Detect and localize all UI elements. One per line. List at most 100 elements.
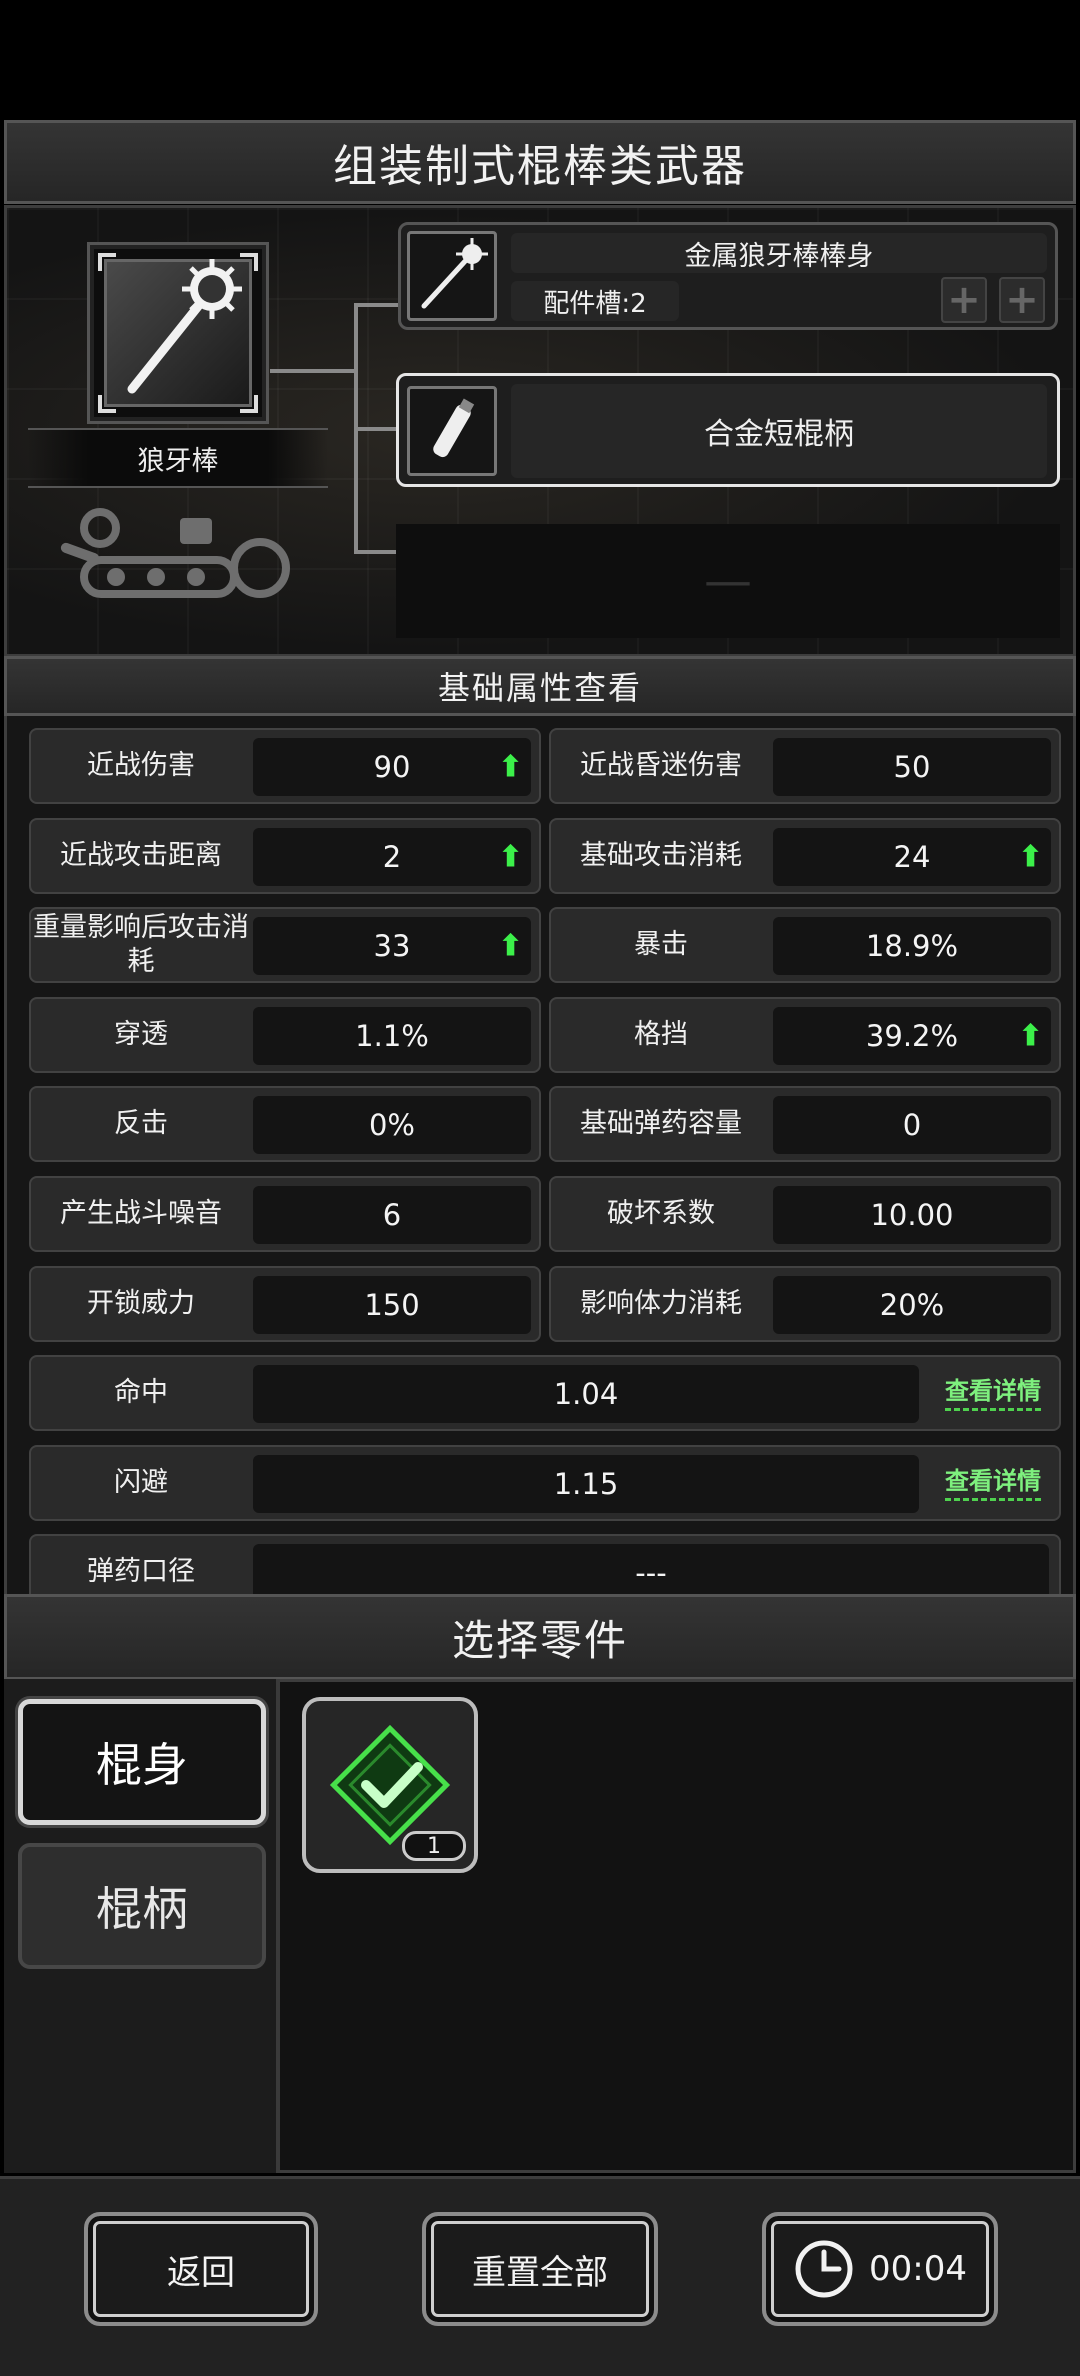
stat-label: 命中 xyxy=(114,1377,168,1409)
stat-cell: 暴击 18.9% xyxy=(549,907,1061,984)
part-slot-handle[interactable]: 合金短棍柄 xyxy=(396,373,1060,487)
part-slot-body[interactable]: 金属狼牙棒棒身 配件槽:2 + + xyxy=(398,222,1058,330)
increase-arrow-icon: ⬆ xyxy=(1017,839,1043,875)
stat-value: 1.04 xyxy=(253,1365,919,1424)
back-button[interactable]: 返回 xyxy=(84,2212,318,2326)
stat-label: 穿透 xyxy=(114,1018,168,1050)
stat-value-text: 90 xyxy=(373,750,411,784)
stat-cell: 近战伤害 90 ⬆ xyxy=(29,728,541,804)
stat-label: 产生战斗噪音 xyxy=(60,1198,222,1229)
stat-value: 0% xyxy=(253,1096,531,1155)
stat-value-text: 33 xyxy=(373,929,411,964)
stat-value: 20% xyxy=(773,1275,1051,1334)
add-attachment-button[interactable]: + xyxy=(999,277,1045,323)
view-details-link[interactable]: 查看详情 xyxy=(945,1461,1041,1501)
increase-arrow-icon: ⬆ xyxy=(1017,1018,1043,1054)
stat-value: 18.9% xyxy=(773,917,1051,976)
stats-panel[interactable]: 近战伤害 90 ⬆ 近战昏迷伤害 50 近战攻击距离 2 ⬆ 基础攻击消耗 24 ⬆ 重量影响后攻击消… xyxy=(4,716,1076,1594)
spiked-club-icon xyxy=(421,238,488,309)
weapon-name: 狼牙棒 xyxy=(137,445,219,477)
stat-value-text: 1.04 xyxy=(553,1377,619,1412)
stat-cell: 基础攻击消耗 24 ⬆ xyxy=(549,817,1061,894)
stat-value-text: 24 xyxy=(893,839,931,874)
category-tab-handle[interactable]: 棍柄 xyxy=(18,1843,266,1969)
stat-label: 反击 xyxy=(114,1108,168,1140)
stat-cell: 产生战斗噪音 6 xyxy=(29,1176,541,1252)
stat-label: 重量影响后攻击消耗 xyxy=(33,912,249,978)
part-icon-frame xyxy=(407,386,497,476)
handle-icon xyxy=(433,398,475,458)
stat-label: 开锁威力 xyxy=(87,1287,195,1319)
category-label: 棍柄 xyxy=(96,1882,188,1936)
weapon-name-label: 狼牙棒 xyxy=(28,428,328,488)
stat-label: 近战攻击距离 xyxy=(60,839,222,871)
page-title: 组装制式棍棒类武器 xyxy=(333,141,747,192)
stat-cell: 重量影响后攻击消耗 33 ⬆ xyxy=(29,907,541,984)
stat-cell: 反击 0% xyxy=(29,1086,541,1163)
stat-value: 39.2% ⬆ xyxy=(773,1006,1051,1065)
part-name-box: 合金短棍柄 xyxy=(511,384,1047,478)
stat-label: 影响体力消耗 xyxy=(580,1287,742,1319)
stat-cell: 破坏系数 10.00 xyxy=(549,1176,1061,1252)
stat-value-text: 10.00 xyxy=(870,1198,954,1232)
stat-value-text: 1.1% xyxy=(355,1018,429,1053)
stat-label: 闪避 xyxy=(114,1466,168,1498)
connector-line xyxy=(270,369,356,373)
stat-label: 弹药口径 xyxy=(87,1556,195,1588)
page-title-bar: 组装制式棍棒类武器 xyxy=(4,120,1076,204)
stat-value-text: 0 xyxy=(902,1108,922,1143)
stat-cell: 格挡 39.2% ⬆ xyxy=(549,996,1061,1073)
stat-value-text: 2 xyxy=(382,839,402,874)
stat-label: 基础弹药容量 xyxy=(580,1108,742,1140)
stat-label: 基础攻击消耗 xyxy=(580,839,742,871)
part-icon-frame xyxy=(407,231,497,321)
stat-label: 格挡 xyxy=(634,1018,688,1050)
crafting-gears-icon xyxy=(60,508,290,598)
stats-title-bar: 基础属性查看 xyxy=(4,656,1076,716)
weapon-icon-frame[interactable] xyxy=(90,245,266,421)
part-name: 金属狼牙棒棒身 xyxy=(684,240,874,272)
stat-value: 24 ⬆ xyxy=(773,827,1051,886)
connector-line xyxy=(354,427,400,431)
connector-line xyxy=(354,550,400,554)
part-slot-empty[interactable]: — xyxy=(396,524,1060,638)
stat-value-text: 6 xyxy=(382,1198,402,1232)
reset-all-button[interactable]: 重置全部 xyxy=(422,2212,658,2326)
stat-cell-wide: 闪避 1.15 查看详情 xyxy=(29,1444,1061,1521)
stat-value-text: 50 xyxy=(893,750,931,784)
stat-cell: 基础弹药容量 0 xyxy=(549,1086,1061,1163)
stats-title: 基础属性查看 xyxy=(437,669,642,707)
stat-value: 50 xyxy=(773,738,1051,796)
increase-arrow-icon: ⬆ xyxy=(497,749,523,785)
stat-cell-wide: 弹药口径 --- xyxy=(29,1534,1061,1594)
stat-label: 破坏系数 xyxy=(607,1198,715,1229)
picker-title-bar: 选择零件 xyxy=(4,1594,1076,1680)
reset-label: 重置全部 xyxy=(472,2252,608,2293)
item-count-badge: 1 xyxy=(402,1831,466,1861)
picker-title: 选择零件 xyxy=(451,1615,628,1665)
stat-value: 1.15 xyxy=(253,1454,919,1513)
connector-line xyxy=(354,303,400,307)
stat-cell: 近战昏迷伤害 50 xyxy=(549,728,1061,804)
stat-value: --- xyxy=(253,1544,1049,1594)
stat-value-text: 150 xyxy=(364,1287,420,1322)
timer-button[interactable]: 00:04 xyxy=(762,2212,998,2326)
stat-label: 近战伤害 xyxy=(87,750,195,781)
clock-icon xyxy=(795,2240,853,2298)
part-item-card[interactable]: 1 xyxy=(302,1697,478,1873)
part-name: 合金短棍柄 xyxy=(704,417,854,452)
stat-value-text: 39.2% xyxy=(865,1018,959,1053)
stat-label: 近战昏迷伤害 xyxy=(580,750,742,781)
slots-label: 配件槽:2 xyxy=(543,288,647,319)
back-label: 返回 xyxy=(167,2252,235,2293)
stat-value: 150 xyxy=(253,1275,531,1334)
category-label: 棍身 xyxy=(96,1738,188,1792)
view-details-link[interactable]: 查看详情 xyxy=(945,1371,1041,1412)
item-count: 1 xyxy=(427,1833,441,1859)
stat-value: 10.00 xyxy=(773,1186,1051,1244)
category-tab-body[interactable]: 棍身 xyxy=(18,1699,266,1825)
stat-cell: 影响体力消耗 20% xyxy=(549,1265,1061,1342)
stat-cell: 近战攻击距离 2 ⬆ xyxy=(29,817,541,894)
stat-cell-wide: 命中 1.04 查看详情 xyxy=(29,1355,1061,1432)
add-attachment-button[interactable]: + xyxy=(941,277,987,323)
